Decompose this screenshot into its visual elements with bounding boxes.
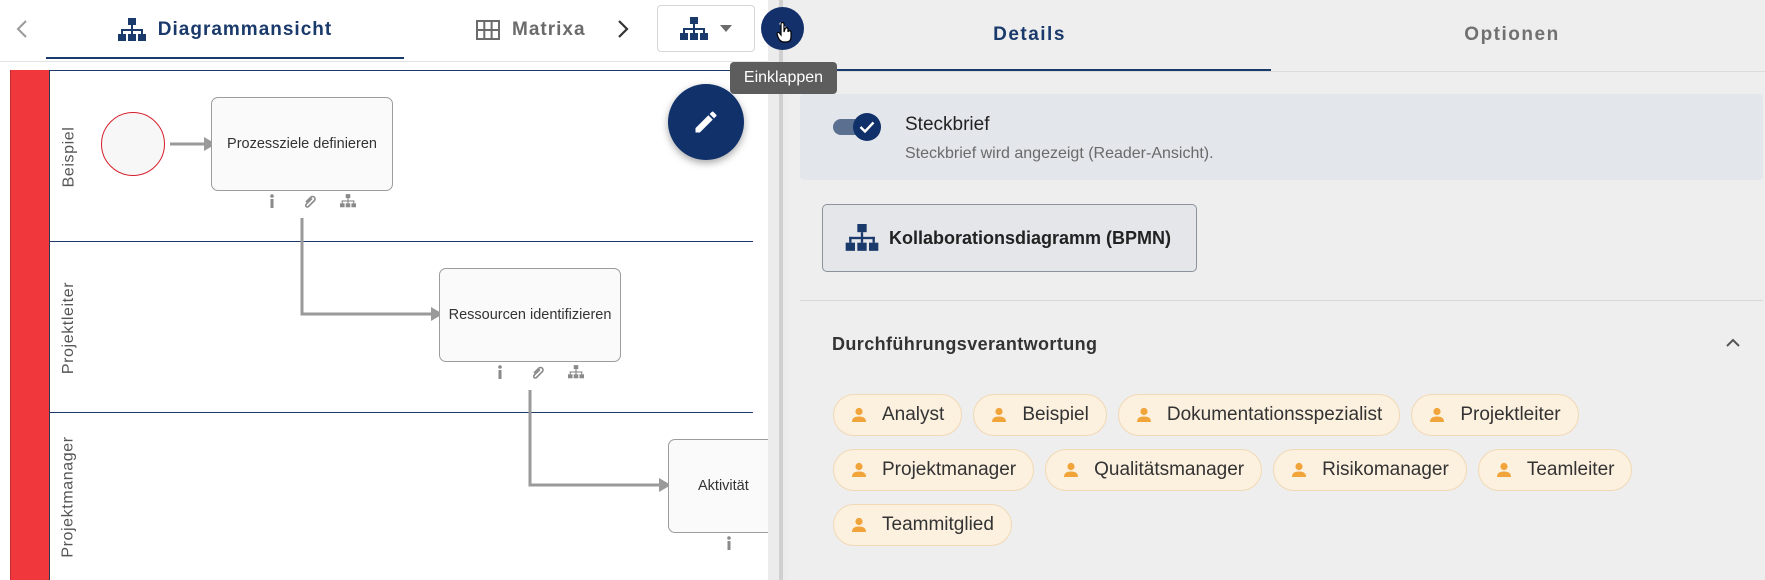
info-icon[interactable] [264,193,280,209]
role-chip-label: Teammitglied [882,514,994,535]
tabs-scroll-left-button[interactable] [10,14,34,44]
profile-card: Steckbrief Steckbrief wird angezeigt (Re… [800,94,1763,180]
tab-matrix-view[interactable]: Matrixa [476,0,586,60]
person-icon [990,406,1008,424]
hierarchy-icon [117,18,146,41]
grid-icon [476,20,500,40]
tabs-scroll-right-button[interactable] [612,14,634,44]
role-chip-label: Projektmanager [882,459,1017,480]
chevron-right-icon [618,20,629,38]
active-tab-indicator [788,69,1271,71]
responsibility-section-title: Durchführungsverantwortung [832,334,1098,354]
tab-options[interactable]: Optionen [1271,0,1753,70]
role-chip[interactable]: Projektleiter [1411,394,1579,436]
hierarchy-icon [680,16,708,40]
role-chip-label: Risikomanager [1322,459,1449,480]
hierarchy-icon[interactable] [568,364,584,380]
person-icon [1428,406,1446,424]
active-tab-indicator [46,57,404,59]
tab-options-label: Optionen [1464,24,1560,45]
role-chip[interactable]: Qualitätsmanager [1045,449,1263,491]
task-label: Aktivität [698,477,749,494]
task-prozessziele[interactable]: Prozessziele definieren [211,97,393,191]
role-chip[interactable]: Risikomanager [1273,449,1467,491]
task-label: Prozessziele definieren [227,135,377,152]
diagram-pane: Diagrammansicht Matrixa Beispiel Projekt… [0,0,768,580]
bpmn-button-label: Kollaborationsdiagramm (BPMN) [889,227,1172,248]
chevron-up-icon [1726,338,1740,347]
profile-toggle[interactable] [833,113,881,141]
toggle-knob [853,113,881,141]
bpmn-diagram-button[interactable]: Kollaborationsdiagramm (BPMN) [822,204,1197,272]
role-chip[interactable]: Projektmanager [833,449,1035,491]
person-icon [850,516,868,534]
details-panel: Details Optionen Steckbrief Steckbrief w… [788,0,1765,580]
bpmn-diagram: Beispiel Projektleiter Projektmanager Pr… [10,70,768,580]
tab-diagram-view[interactable]: Diagrammansicht [46,0,404,60]
paperclip-icon[interactable] [302,193,318,209]
person-icon [1062,461,1080,479]
role-chip-label: Dokumentationsspezialist [1166,404,1383,425]
hand-cursor-icon [776,22,792,43]
role-chip-label: Projektleiter [1460,404,1561,425]
hierarchy-icon[interactable] [340,193,356,209]
info-icon[interactable] [721,535,737,551]
tab-matrix-label: Matrixa [512,19,586,40]
person-icon [850,461,868,479]
chevron-left-icon [16,20,27,38]
role-chip-label: Qualitätsmanager [1094,459,1245,480]
edit-diagram-button[interactable] [668,84,744,160]
check-icon [859,121,875,133]
person-icon [1495,461,1513,479]
role-chip-label: Analyst [882,404,945,425]
role-chip[interactable]: Dokumentationsspezialist [1117,394,1401,436]
role-chip[interactable]: Teamleiter [1477,449,1633,491]
role-chip[interactable]: Teammitglied [833,504,1012,546]
profile-subtitle: Steckbrief wird angezeigt (Reader-Ansich… [905,145,1214,162]
diagram-type-dropdown[interactable] [657,5,755,52]
task-icon-bar [721,535,737,551]
hierarchy-icon [845,224,879,251]
view-tabbar: Diagrammansicht Matrixa [0,0,768,62]
tab-details-label: Details [993,24,1066,45]
caret-down-icon [720,24,732,32]
role-chip-label: Beispiel [1022,404,1089,425]
profile-title: Steckbrief [905,114,990,135]
task-icon-bar [492,364,584,380]
task-label: Ressourcen identifizieren [448,306,612,323]
tooltip: Einklappen [730,62,837,94]
info-icon[interactable] [492,364,508,380]
paperclip-icon[interactable] [530,364,546,380]
role-chip-list: Analyst Beispiel Dokumentationsspezialist P… [833,394,1743,546]
details-tabbar: Details Optionen [788,0,1765,72]
role-chip[interactable]: Beispiel [973,394,1107,436]
start-event[interactable] [101,112,165,176]
role-chip[interactable]: Analyst [833,394,963,436]
role-chip-label: Teamleiter [1526,459,1615,480]
app-root: Diagrammansicht Matrixa Beispiel Projekt… [0,0,1765,580]
pencil-icon [695,111,717,133]
section-collapse-button[interactable] [1718,328,1748,358]
tab-diagram-label: Diagrammansicht [157,19,333,40]
task-aktivitaet[interactable]: Aktivität [668,439,768,533]
person-icon [1290,461,1308,479]
tab-details[interactable]: Details [788,0,1271,70]
person-icon [1135,406,1153,424]
section-divider [800,300,1763,301]
task-icon-bar [264,193,356,209]
task-ressourcen[interactable]: Ressourcen identifizieren [439,268,621,362]
person-icon [850,406,868,424]
